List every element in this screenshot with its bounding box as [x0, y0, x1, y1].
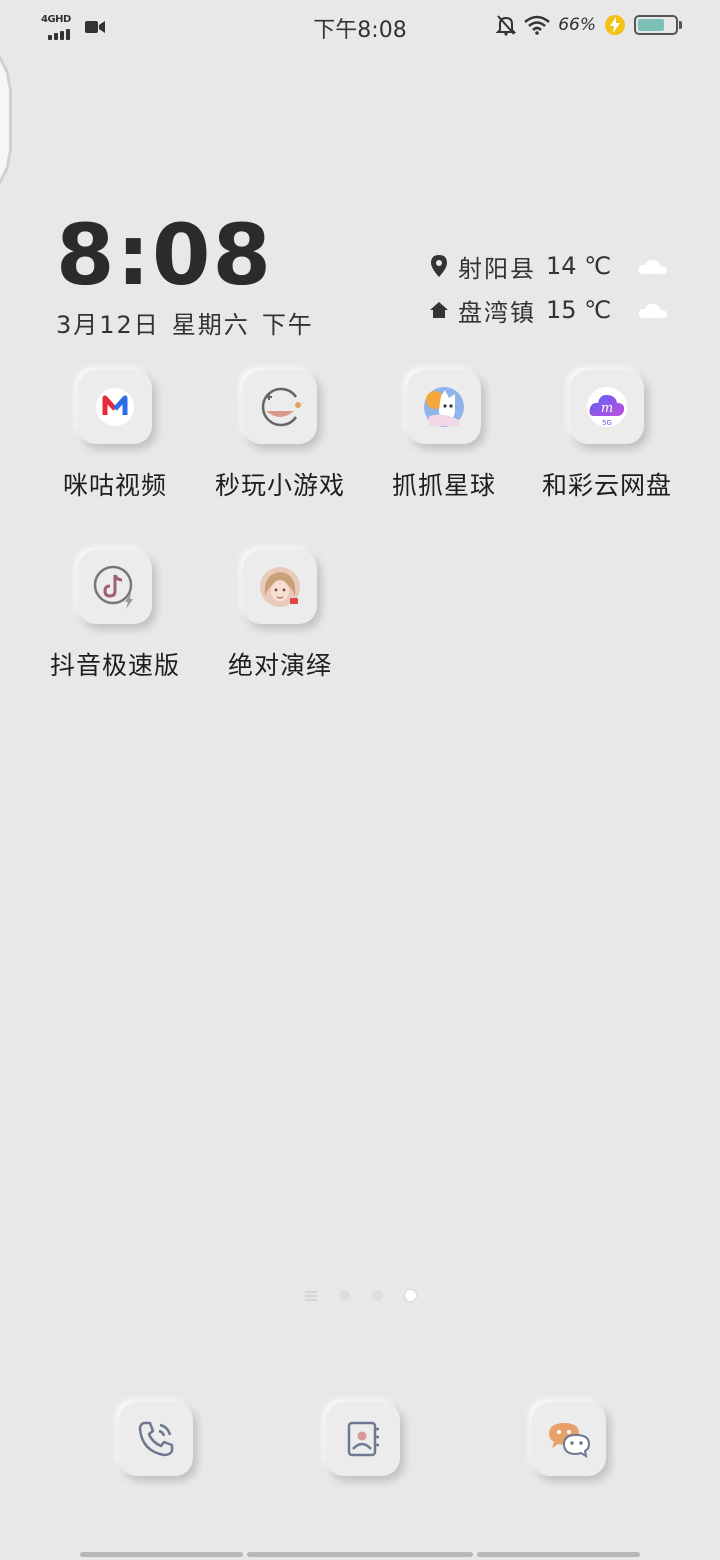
app-icon-tile[interactable]: [407, 370, 481, 444]
app-hecaiyun[interactable]: m 5G 和彩云网盘: [522, 370, 692, 502]
migu-video-icon: [96, 388, 134, 426]
charging-icon: [605, 15, 625, 35]
hecaiyun-cloud-icon: m 5G: [587, 387, 627, 427]
app-label: 抖音极速版: [49, 651, 180, 680]
app-migu-video[interactable]: 咪咕视频: [30, 370, 200, 502]
douyin-lite-icon: [93, 565, 133, 609]
widget-clock-time: 8:08: [56, 206, 273, 304]
wechat-icon: [549, 1423, 591, 1459]
app-mini-games[interactable]: 秒玩小游戏: [195, 370, 365, 502]
page-dot[interactable]: [371, 1290, 383, 1301]
widget-weekday: 星期六: [171, 311, 250, 339]
weather-row-home: 盘湾镇 15 ℃: [428, 288, 668, 332]
cloud-icon: [638, 303, 667, 318]
battery-icon: [634, 15, 682, 35]
juedui-yanyi-icon: [260, 567, 300, 607]
status-right: 66%: [496, 14, 682, 36]
svg-text:5G: 5G: [602, 419, 612, 427]
app-label: 和彩云网盘: [541, 471, 672, 500]
dock-phone[interactable]: [119, 1402, 193, 1476]
weather-widget[interactable]: 射阳县 14 ℃ 盘湾镇 15 ℃: [428, 244, 668, 332]
page-dot[interactable]: [338, 1290, 350, 1301]
app-douyin-lite[interactable]: 抖音极速版: [30, 550, 200, 682]
app-label: 绝对演绎: [227, 651, 332, 680]
dock-contacts[interactable]: [326, 1402, 400, 1476]
mute-icon: [496, 15, 517, 36]
home-menu-icon[interactable]: [304, 1290, 317, 1301]
app-label: 咪咕视频: [62, 471, 167, 500]
page-dot-active[interactable]: [404, 1290, 416, 1301]
location-pin-icon: [428, 255, 450, 277]
zhuazhua-planet-icon: [424, 387, 464, 427]
app-icon-tile[interactable]: [78, 550, 152, 624]
cloud-icon: [638, 259, 667, 274]
weather-temp: 15 ℃: [546, 296, 612, 324]
app-zhuazhua-planet[interactable]: 抓抓星球: [359, 370, 529, 502]
dock-wechat[interactable]: [532, 1402, 606, 1476]
battery-percent: 66%: [558, 15, 596, 35]
app-juedui-yanyi[interactable]: 绝对演绎: [195, 550, 365, 682]
app-icon-tile[interactable]: m 5G: [570, 370, 644, 444]
wifi-icon: [524, 15, 551, 35]
widget-date: 3月12日: [56, 311, 160, 339]
app-icon-tile[interactable]: [243, 550, 317, 624]
weather-temp: 14 ℃: [546, 252, 612, 280]
status-bar: 4GHD 下午8:08 66%: [0, 0, 720, 56]
page-indicator[interactable]: [0, 1290, 720, 1301]
home-icon: [428, 302, 450, 318]
app-icon-tile[interactable]: [243, 370, 317, 444]
app-label: 秒玩小游戏: [214, 471, 345, 500]
app-label: 抓抓星球: [391, 471, 496, 500]
widget-date-line: 3月12日 星期六 下午: [56, 305, 314, 340]
edge-panel-handle[interactable]: [0, 55, 14, 185]
phone-icon: [138, 1421, 174, 1457]
contacts-icon: [347, 1421, 379, 1457]
svg-text:m: m: [601, 401, 613, 416]
clock-widget[interactable]: 8:08 3月12日 星期六 下午: [56, 205, 314, 340]
weather-place: 盘湾镇: [458, 298, 536, 327]
widget-period: 下午: [261, 311, 314, 339]
mini-games-icon: [261, 387, 301, 427]
weather-row-current: 射阳县 14 ℃: [428, 244, 668, 288]
weather-place: 射阳县: [458, 254, 536, 283]
gesture-bar[interactable]: [80, 1552, 640, 1557]
app-icon-tile[interactable]: [78, 370, 152, 444]
